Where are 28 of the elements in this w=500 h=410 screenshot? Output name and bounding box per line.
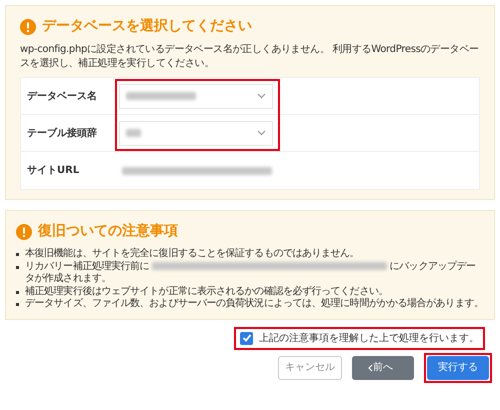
bullet-icon — [16, 303, 19, 306]
card-title: データベースを選択してください — [42, 17, 252, 36]
note-text: データサイズ、ファイル数、およびサーバーの負荷状況によっては、処理に時間がかかる場合があります。 — [25, 298, 484, 310]
select-field[interactable] — [119, 120, 273, 146]
back-button[interactable]: 前へ — [352, 356, 414, 380]
select-field[interactable] — [119, 84, 273, 108]
checkbox[interactable] — [240, 332, 253, 344]
bullet-icon — [16, 290, 19, 294]
field-label: データベース名 — [27, 90, 98, 104]
card-title: 復旧ついての注意事項 — [38, 222, 178, 241]
execute-button[interactable]: 実行する — [427, 356, 489, 380]
chevron-down-icon — [257, 93, 266, 99]
cancel-button[interactable]: キャンセル — [278, 356, 342, 380]
redacted-text — [126, 129, 141, 137]
description: wp-config.phpに設定されているデータベース名が正しくありません。 利用するWordPressのデータベースを選択し、補正処理を実行してください。 — [20, 43, 480, 71]
bullet-icon — [16, 253, 19, 256]
note-text: リカバリー補正処理実行前に にバックアップデータが作成されます。 — [25, 260, 477, 286]
chevron-left-icon — [368, 364, 373, 372]
checkbox-label[interactable]: 上記の注意事項を理解した上で処理を行います。 — [259, 330, 479, 346]
chevron-down-icon — [257, 130, 266, 136]
note-text: 補正処理実行後はウェブサイトが正常に表示されるかの確認を必ず行ってください。 — [25, 286, 389, 298]
bullet-icon — [16, 266, 19, 268]
warning-icon — [20, 18, 36, 34]
field-label: サイトURL — [27, 164, 80, 178]
note-text: 本復旧機能は、サイトを完全に復旧することを保証するものではありません。 — [25, 248, 360, 260]
redacted-text — [126, 92, 196, 100]
field-label: テーブル接頭辞 — [27, 126, 98, 140]
warning-icon — [16, 224, 32, 240]
